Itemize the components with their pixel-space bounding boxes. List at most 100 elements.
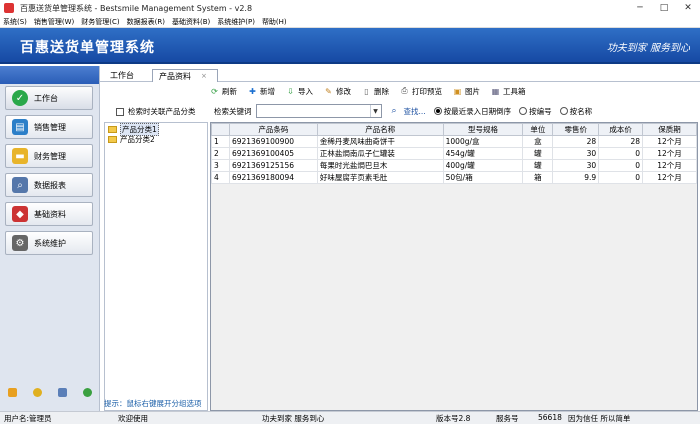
refresh-label: 刷新 (222, 86, 237, 96)
sidebar-item-sales[interactable]: ▤ 销售管理 (5, 115, 93, 139)
unit-cell: 罐 (522, 159, 554, 172)
delete-button[interactable]: ▯ 删除 (362, 86, 389, 97)
tree-node-label: 产品分类2 (120, 134, 155, 144)
find-button[interactable]: ⌕ 查找... (392, 106, 426, 117)
status-trust: 因为信任 所以简单 (568, 414, 631, 423)
sidebar-header (0, 66, 99, 84)
magnifier-icon: ⌕ (12, 177, 28, 193)
sidebar-item-workbench[interactable]: ✓ 工作台 (5, 86, 93, 110)
radio-label: 按名称 (569, 106, 593, 116)
sort-by-date-radio[interactable]: 按最近录入日期倒序 (433, 106, 511, 117)
table-row[interactable]: 2 6921369100405 正林盐焗南瓜子仁罐装 454g/罐 罐 30 0… (211, 147, 697, 160)
find-label: 查找... (403, 106, 426, 116)
tree-node-category-1[interactable]: 产品分类1 (108, 122, 159, 136)
category-tree-panel (104, 122, 208, 411)
retail-price-cell: 28 (552, 135, 600, 148)
folder-icon: ▬ (12, 148, 28, 164)
minimize-button[interactable]: ─ (628, 0, 652, 16)
import-label: 导入 (298, 86, 313, 96)
cost-price-cell: 28 (598, 135, 644, 148)
calculator-icon[interactable] (58, 388, 67, 397)
shelf-life-cell: 12个月 (642, 159, 697, 172)
menu-basic-data[interactable]: 基础资料(B) (172, 17, 210, 27)
image-button[interactable]: ▣ 图片 (453, 86, 480, 97)
status-user: 用户名:管理员 (4, 414, 52, 423)
status-welcome: 欢迎使用 (118, 414, 148, 423)
toolbox-button[interactable]: ▦ 工具箱 (491, 86, 526, 97)
import-button[interactable]: ⇩ 导入 (286, 86, 313, 97)
column-header-name[interactable]: 产品名称 (316, 123, 444, 136)
sort-by-name-radio[interactable]: 按名称 (559, 106, 593, 117)
column-header-shelf-life[interactable]: 保质期 (642, 123, 697, 136)
sidebar-item-reports[interactable]: ⌕ 数据报表 (5, 173, 93, 197)
table-header-row: 产品条码 产品名称 型号规格 单位 零售价 成本价 保质期 (211, 123, 697, 136)
shelf-life-cell: 12个月 (642, 147, 697, 160)
retail-price-cell: 30 (552, 147, 600, 160)
sidebar-item-basic-data[interactable]: ◆ 基础资料 (5, 202, 93, 226)
shelf-life-cell: 12个月 (642, 171, 697, 184)
checkbox[interactable] (116, 107, 124, 116)
chevron-down-icon[interactable]: ▼ (369, 105, 381, 117)
menu-finance[interactable]: 财务管理(C) (81, 17, 119, 27)
radio-dot (433, 107, 442, 115)
print-preview-button[interactable]: ⎙ 打印预览 (400, 86, 442, 97)
add-label: 新增 (260, 86, 275, 96)
menu-sales[interactable]: 销售管理(W) (34, 17, 74, 27)
barcode-cell: 6921369180094 (228, 171, 318, 184)
app-logo-text: 百惠送货单管理系统 (20, 40, 155, 56)
unit-cell: 盒 (522, 135, 554, 148)
search-input[interactable]: ▼ (255, 104, 382, 118)
trash-icon: ▯ (364, 86, 369, 96)
table-row[interactable]: 4 6921369180094 好味屋腐芋页素毛肚 50包/箱 箱 9.9 0 … (211, 171, 697, 184)
close-button[interactable]: ✕ (676, 0, 700, 16)
tab-bar: 工作台 产品资料 × (100, 66, 700, 82)
note-icon[interactable] (8, 388, 17, 397)
table-row[interactable]: 1 6921369100900 金稀丹麦风味曲奇饼干 1000g/盒 盒 28 … (211, 135, 697, 148)
column-header-cost-price[interactable]: 成本价 (598, 123, 644, 136)
tab-workbench[interactable]: 工作台 (104, 69, 140, 82)
refresh-button[interactable]: ⟳ 刷新 (210, 86, 237, 97)
radio-dot (519, 107, 528, 115)
barcode-cell: 6921369100405 (228, 147, 318, 160)
add-button[interactable]: ✚ 新增 (248, 86, 275, 97)
sidebar-item-label: 工作台 (34, 93, 58, 103)
app-icon (4, 3, 14, 13)
monitor-icon: ▤ (12, 119, 28, 135)
status-bar: 用户名:管理员 欢迎使用 功夫到家 服务到心 版本号2.8 服务号 56618 … (0, 411, 700, 424)
menu-reports[interactable]: 数据报表(R) (127, 17, 165, 27)
column-header-barcode[interactable]: 产品条码 (228, 123, 318, 136)
name-cell: 好味屋腐芋页素毛肚 (316, 171, 444, 184)
toolbox-icon: ▦ (491, 86, 500, 96)
menu-system[interactable]: 系统(S) (3, 17, 27, 27)
sort-by-code-radio[interactable]: 按编号 (519, 106, 552, 117)
search-label: 检索关键词 (214, 106, 252, 116)
table-row[interactable]: 3 6921369125156 每果时光盐焗巴旦木 400g/罐 罐 30 0 … (211, 159, 697, 172)
sidebar-item-label: 财务管理 (34, 151, 66, 161)
import-icon: ⇩ (287, 86, 294, 96)
tree-node-category-2[interactable]: 产品分类2 (108, 134, 159, 144)
shelf-life-cell: 12个月 (642, 135, 697, 148)
edit-button[interactable]: ✎ 修改 (324, 86, 351, 97)
column-header-unit[interactable]: 单位 (522, 123, 554, 136)
menu-help[interactable]: 帮助(H) (262, 17, 287, 27)
maximize-button[interactable]: □ (652, 0, 676, 16)
clock-icon[interactable] (33, 388, 42, 397)
sidebar-item-finance[interactable]: ▬ 财务管理 (5, 144, 93, 168)
name-cell: 金稀丹麦风味曲奇饼干 (316, 135, 444, 148)
cost-price-cell: 0 (598, 147, 644, 160)
tab-close-icon[interactable]: × (201, 72, 207, 80)
sidebar-item-label: 系统维护 (34, 238, 66, 248)
column-header-index[interactable] (211, 123, 230, 136)
retail-price-cell: 9.9 (552, 171, 600, 184)
menu-maintenance[interactable]: 系统维护(P) (217, 17, 255, 27)
status-version: 版本号2.8 (436, 414, 471, 423)
link-category-checkbox-row[interactable]: 检索时关联产品分类 (104, 106, 196, 117)
power-icon[interactable] (83, 388, 92, 397)
row-index: 2 (211, 147, 230, 160)
retail-price-cell: 30 (552, 159, 600, 172)
column-header-spec[interactable]: 型号规格 (442, 123, 524, 136)
sidebar-item-maintenance[interactable]: ⚙ 系统维护 (5, 231, 93, 255)
tab-product-data[interactable]: 产品资料 × (152, 69, 218, 82)
column-header-retail-price[interactable]: 零售价 (552, 123, 600, 136)
product-table-container: 产品条码 产品名称 型号规格 单位 零售价 成本价 保质期 1 69213691… (210, 122, 698, 411)
